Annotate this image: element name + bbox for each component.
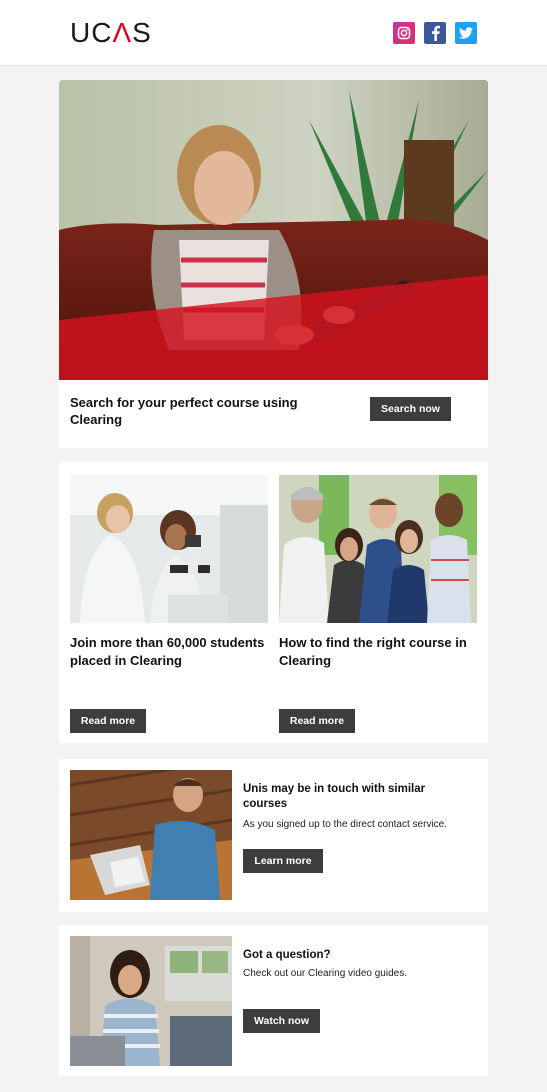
social-links	[393, 22, 477, 44]
logo-text-right: S	[132, 17, 152, 48]
feature-title-placed: Join more than 60,000 students placed in…	[70, 635, 265, 668]
feature-title-find-course: How to find the right course in Clearing	[279, 635, 467, 668]
woman-laptop-image[interactable]	[70, 936, 232, 1066]
learn-more-button[interactable]: Learn more	[243, 849, 323, 873]
logo-caret: Λ	[112, 17, 133, 48]
features-card: Join more than 60,000 students placed in…	[59, 462, 488, 743]
hero-image[interactable]	[59, 80, 488, 380]
hero-card: Search for your perfect course using Cle…	[59, 80, 488, 448]
ucas-logo[interactable]: UC Λ S	[70, 17, 152, 48]
logo-text-left: UC	[70, 17, 113, 48]
contact-title: Unis may be in touch with similar course…	[243, 783, 426, 810]
laptop-phone-image[interactable]	[70, 770, 232, 900]
search-now-button[interactable]: Search now	[370, 397, 451, 421]
lab-students-image[interactable]	[70, 475, 268, 623]
read-more-button-find-course[interactable]: Read more	[279, 709, 355, 733]
hero-title: Search for your perfect course using Cle…	[70, 395, 298, 427]
group-students-image[interactable]	[279, 475, 477, 623]
question-subtitle: Check out our Clearing video guides.	[243, 968, 407, 979]
question-title: Got a question?	[243, 949, 331, 961]
instagram-icon[interactable]	[393, 22, 415, 44]
read-more-button-placed[interactable]: Read more	[70, 709, 146, 733]
direct-contact-card: Unis may be in touch with similar course…	[59, 759, 488, 912]
email-header: UC Λ S	[0, 0, 547, 66]
facebook-icon[interactable]	[424, 22, 446, 44]
question-card: Got a question? Check out our Clearing v…	[59, 925, 488, 1076]
watch-now-button[interactable]: Watch now	[243, 1009, 320, 1033]
twitter-icon[interactable]	[455, 22, 477, 44]
contact-subtitle: As you signed up to the direct contact s…	[243, 819, 447, 830]
